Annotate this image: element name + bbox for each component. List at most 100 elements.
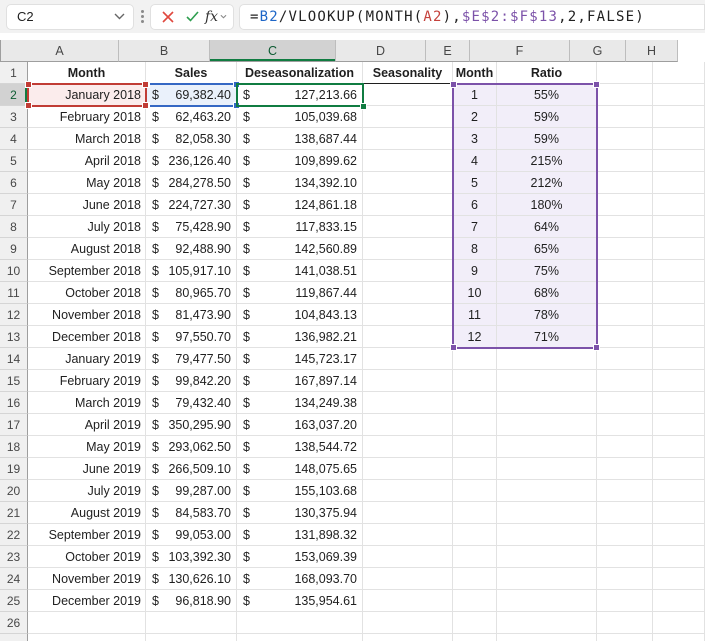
cell-F[interactable]: 215% <box>497 150 597 172</box>
cell-E[interactable]: 10 <box>453 282 497 304</box>
cell-B[interactable]: $69,382.40 <box>146 84 237 106</box>
cell-B[interactable]: $75,428.90 <box>146 216 237 238</box>
cell-A[interactable]: May 2018 <box>28 172 146 194</box>
cell-F[interactable] <box>497 436 597 458</box>
cell-F[interactable]: 55% <box>497 84 597 106</box>
cell-D[interactable] <box>363 634 453 641</box>
cell-C[interactable]: $168,093.70 <box>237 568 363 590</box>
cell-A[interactable]: May 2019 <box>28 436 146 458</box>
cell-G[interactable] <box>597 216 653 238</box>
row-header-14[interactable]: 14 <box>0 348 28 370</box>
column-header-A[interactable]: A <box>1 40 119 62</box>
cell-A[interactable]: April 2018 <box>28 150 146 172</box>
cell-G[interactable] <box>597 106 653 128</box>
cell-B[interactable]: $81,473.90 <box>146 304 237 326</box>
cell-D[interactable] <box>363 282 453 304</box>
cell-G[interactable] <box>597 84 653 106</box>
cell-C[interactable]: $134,392.10 <box>237 172 363 194</box>
row-header-5[interactable]: 5 <box>0 150 28 172</box>
cell-E[interactable] <box>453 370 497 392</box>
cell-F[interactable]: 68% <box>497 282 597 304</box>
cell-H[interactable] <box>653 260 705 282</box>
cell-D[interactable] <box>363 84 453 106</box>
cell-E[interactable]: 5 <box>453 172 497 194</box>
row-header-24[interactable]: 24 <box>0 568 28 590</box>
cell-E[interactable]: Month <box>453 62 497 84</box>
column-header-F[interactable]: F <box>470 40 570 62</box>
cell-B[interactable]: $350,295.90 <box>146 414 237 436</box>
cell-G[interactable] <box>597 524 653 546</box>
cell-H[interactable] <box>653 568 705 590</box>
cell-A[interactable]: February 2019 <box>28 370 146 392</box>
cell-H[interactable] <box>653 634 705 641</box>
cell-C[interactable]: $109,899.62 <box>237 150 363 172</box>
cell-F[interactable]: 65% <box>497 238 597 260</box>
cell-H[interactable] <box>653 612 705 634</box>
cell-C[interactable]: $142,560.89 <box>237 238 363 260</box>
cell-E[interactable]: 3 <box>453 128 497 150</box>
cell-E[interactable] <box>453 348 497 370</box>
cell-D[interactable] <box>363 502 453 524</box>
cell-B[interactable]: $103,392.30 <box>146 546 237 568</box>
cell-B[interactable]: $293,062.50 <box>146 436 237 458</box>
cell-H[interactable] <box>653 590 705 612</box>
cell-H[interactable] <box>653 84 705 106</box>
cell-B[interactable]: $79,432.40 <box>146 392 237 414</box>
cell-A[interactable]: June 2019 <box>28 458 146 480</box>
cell-D[interactable] <box>363 194 453 216</box>
row-header-20[interactable]: 20 <box>0 480 28 502</box>
cell-G[interactable] <box>597 436 653 458</box>
cell-C[interactable] <box>237 634 363 641</box>
cell-G[interactable] <box>597 62 653 84</box>
cell-F[interactable] <box>497 502 597 524</box>
cell-F[interactable]: Ratio <box>497 62 597 84</box>
cell-G[interactable] <box>597 568 653 590</box>
cell-C[interactable]: $138,544.72 <box>237 436 363 458</box>
cell-G[interactable] <box>597 194 653 216</box>
cell-D[interactable] <box>363 590 453 612</box>
cell-E[interactable]: 1 <box>453 84 497 106</box>
cell-B[interactable] <box>146 634 237 641</box>
formula-input[interactable]: =B2/VLOOKUP(MONTH(A2),$E$2:$F$13,2,FALSE… <box>239 3 705 30</box>
cell-H[interactable] <box>653 414 705 436</box>
cell-C[interactable]: $131,898.32 <box>237 524 363 546</box>
cell-C[interactable]: Deseasonalization <box>237 62 363 84</box>
cell-C[interactable]: $145,723.17 <box>237 348 363 370</box>
cell-A[interactable] <box>28 612 146 634</box>
cell-G[interactable] <box>597 370 653 392</box>
cell-D[interactable] <box>363 260 453 282</box>
cell-A[interactable]: November 2019 <box>28 568 146 590</box>
cell-H[interactable] <box>653 392 705 414</box>
cell-B[interactable]: $236,126.40 <box>146 150 237 172</box>
cell-C[interactable] <box>237 612 363 634</box>
cell-E[interactable] <box>453 436 497 458</box>
column-header-D[interactable]: D <box>336 40 426 62</box>
cell-F[interactable] <box>497 546 597 568</box>
cell-C[interactable]: $141,038.51 <box>237 260 363 282</box>
cell-C[interactable]: $155,103.68 <box>237 480 363 502</box>
cell-A[interactable]: June 2018 <box>28 194 146 216</box>
row-header-18[interactable]: 18 <box>0 436 28 458</box>
cell-C[interactable]: $163,037.20 <box>237 414 363 436</box>
row-header-2[interactable]: 2 <box>0 84 28 106</box>
cell-A[interactable]: February 2018 <box>28 106 146 128</box>
cell-E[interactable] <box>453 458 497 480</box>
row-header-6[interactable]: 6 <box>0 172 28 194</box>
cell-H[interactable] <box>653 480 705 502</box>
cell-C[interactable]: $127,213.66 <box>237 84 363 106</box>
cell-G[interactable] <box>597 502 653 524</box>
cell-C[interactable]: $138,687.44 <box>237 128 363 150</box>
cell-E[interactable]: 7 <box>453 216 497 238</box>
cell-G[interactable] <box>597 458 653 480</box>
cell-F[interactable]: 180% <box>497 194 597 216</box>
cell-A[interactable]: April 2019 <box>28 414 146 436</box>
cell-E[interactable] <box>453 392 497 414</box>
cell-B[interactable]: $62,463.20 <box>146 106 237 128</box>
cell-A[interactable]: March 2019 <box>28 392 146 414</box>
cell-G[interactable] <box>597 260 653 282</box>
cell-C[interactable]: $136,982.21 <box>237 326 363 348</box>
row-header-15[interactable]: 15 <box>0 370 28 392</box>
row-header-19[interactable]: 19 <box>0 458 28 480</box>
cell-C[interactable]: $104,843.13 <box>237 304 363 326</box>
cell-D[interactable]: Seasonality <box>363 62 453 84</box>
